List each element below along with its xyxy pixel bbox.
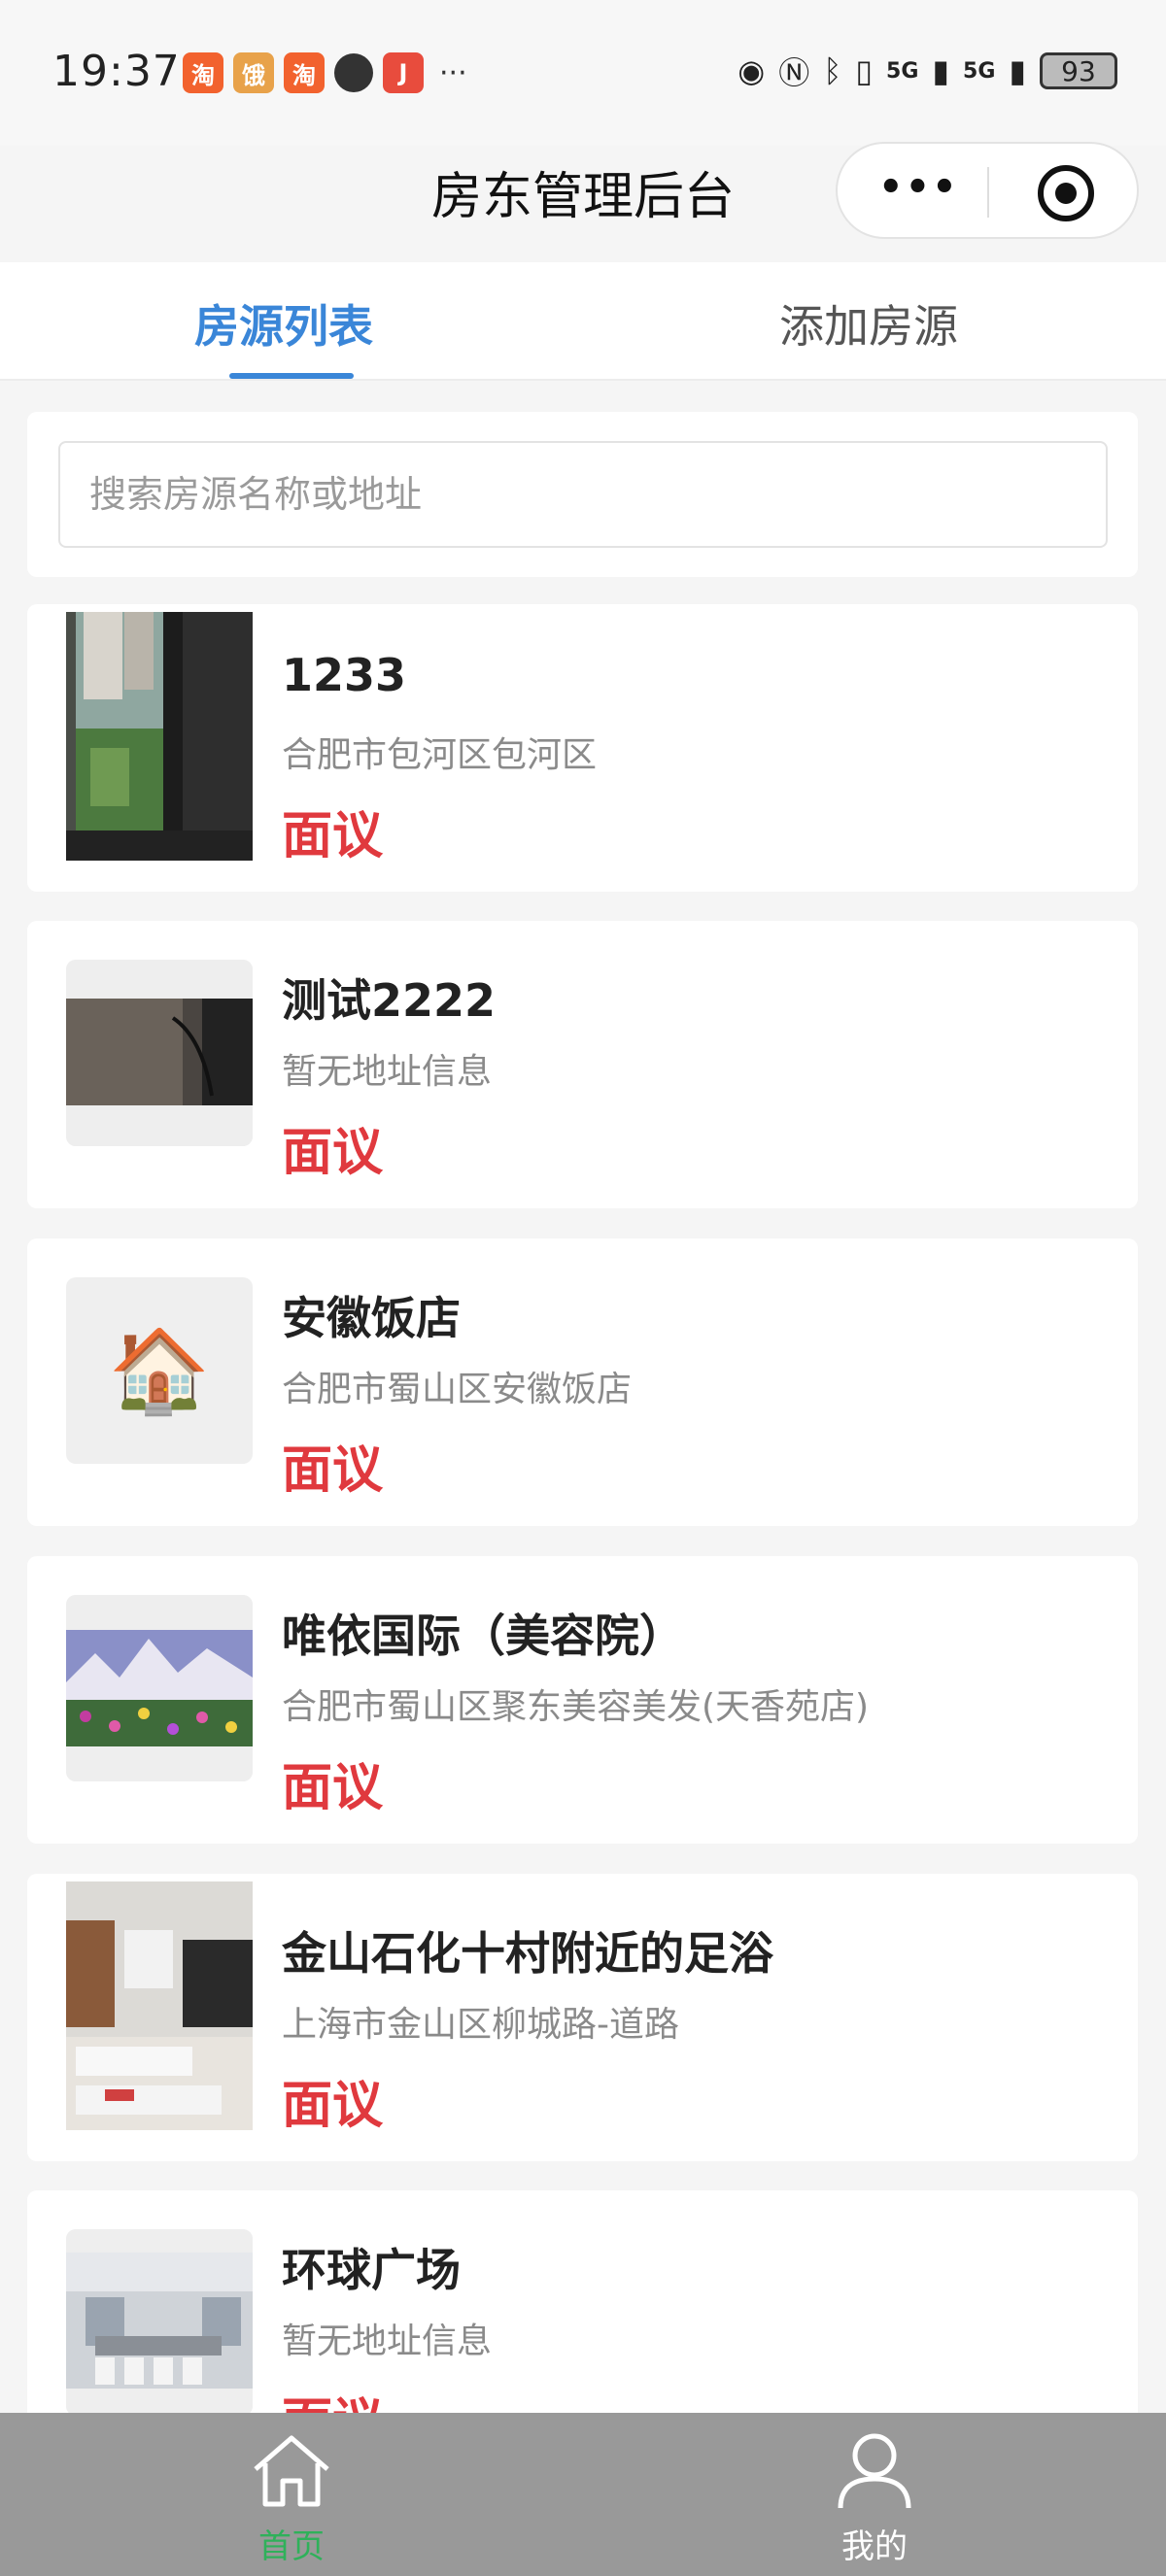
listing-card[interactable]: 测试2222 暂无地址信息 面议 (27, 921, 1138, 1208)
listing-address: 合肥市蜀山区安徽饭店 (282, 1370, 633, 1409)
house-icon: 🏠 (66, 1277, 253, 1464)
search-card (27, 412, 1138, 577)
bluetooth-icon: ᛒ (823, 52, 842, 89)
office-room-photo (66, 2229, 253, 2416)
status-bar: 19:37 淘 饿 淘 J ··· ◉ Ⓝ ᛒ ▯ 5G ▮ 5G ▮ 93 (0, 0, 1166, 146)
close-miniprogram-button[interactable] (1038, 165, 1094, 221)
listing-thumbnail (66, 1595, 253, 1781)
listing-price: 面议 (282, 1124, 384, 1182)
listing-title: 唯依国际（美容院） (282, 1610, 684, 1662)
listing-price: 面议 (282, 807, 384, 865)
listing-title: 1233 (282, 649, 407, 701)
tab-add-listing[interactable]: 添加房源 (779, 291, 958, 356)
signal-5g-icon: 5G (886, 58, 919, 84)
listing-price: 面议 (282, 1759, 384, 1817)
listing-title: 金山石化十村附近的足浴 (282, 1927, 773, 1980)
listing-thumbnail (66, 2229, 253, 2416)
signal-bars-icon: ▮ (932, 52, 950, 89)
more-notifications-icon: ··· (439, 55, 467, 90)
listing-title: 环球广场 (282, 2244, 461, 2296)
user-icon (838, 2433, 911, 2509)
listing-card[interactable]: 金山石化十村附近的足浴 上海市金山区柳城路-道路 面议 (27, 1874, 1138, 2161)
dark-room-photo (66, 960, 253, 1146)
listing-address: 上海市金山区柳城路-道路 (282, 2005, 679, 2045)
listing-thumbnail (66, 960, 253, 1146)
search-input[interactable] (58, 441, 1108, 548)
listing-thumbnail (66, 612, 253, 861)
tab-listing-list[interactable]: 房源列表 (194, 291, 373, 356)
listing-price: 面议 (282, 1441, 384, 1500)
listing-card[interactable]: 🏠 安徽饭店 合肥市蜀山区安徽饭店 面议 (27, 1238, 1138, 1526)
tab-bar: 房源列表 添加房源 (0, 262, 1166, 381)
capsule-divider (987, 167, 989, 218)
nav-mine[interactable]: 我的 (787, 2430, 962, 2567)
nav-home-label: 首页 (258, 2527, 325, 2566)
listing-address: 合肥市包河区包河区 (282, 735, 598, 775)
landscape-photo (66, 1595, 253, 1781)
active-tab-indicator (229, 373, 354, 379)
signal-bars-icon: ▮ (1009, 52, 1026, 89)
vibrate-icon: ▯ (855, 52, 874, 89)
listing-price: 面议 (282, 2077, 384, 2135)
system-icons: ◉ Ⓝ ᛒ ▯ 5G ▮ 5G ▮ 93 (737, 49, 1117, 93)
spa-room-photo (66, 1881, 253, 2130)
listing-title: 测试2222 (282, 974, 497, 1027)
taobao-icon: 淘 (284, 52, 325, 93)
eye-icon: ◉ (737, 52, 766, 89)
nav-mine-label: 我的 (841, 2527, 908, 2566)
listing-title: 安徽饭店 (282, 1292, 461, 1344)
signal-5g-icon: 5G (963, 58, 996, 84)
chat-icon (334, 53, 373, 92)
listing-card[interactable]: 唯依国际（美容院） 合肥市蜀山区聚东美容美发(天香苑店) 面议 (27, 1556, 1138, 1844)
listing-address: 暂无地址信息 (282, 1052, 493, 1092)
listing-address: 暂无地址信息 (282, 2322, 493, 2361)
listing-card[interactable]: 1233 合肥市包河区包河区 面议 (27, 604, 1138, 892)
syjob-icon: J (383, 52, 424, 93)
bottom-navigation: 首页 我的 (0, 2413, 1166, 2576)
miniprogram-capsule: ••• (836, 142, 1139, 239)
taobao-icon: 淘 (183, 52, 223, 93)
window-photo (66, 612, 253, 861)
nav-home[interactable]: 首页 (204, 2430, 379, 2567)
listing-thumbnail (66, 1881, 253, 2130)
nfc-icon: Ⓝ (778, 54, 810, 91)
listing-address: 合肥市蜀山区聚东美容美发(天香苑店) (282, 1687, 870, 1727)
more-menu-button[interactable]: ••• (878, 165, 959, 210)
notification-icons: 淘 饿 淘 J ··· (183, 52, 467, 93)
home-icon (254, 2435, 329, 2507)
eleme-icon: 饿 (233, 52, 274, 93)
battery-icon: 93 (1040, 52, 1117, 89)
status-time: 19:37 (52, 47, 181, 96)
